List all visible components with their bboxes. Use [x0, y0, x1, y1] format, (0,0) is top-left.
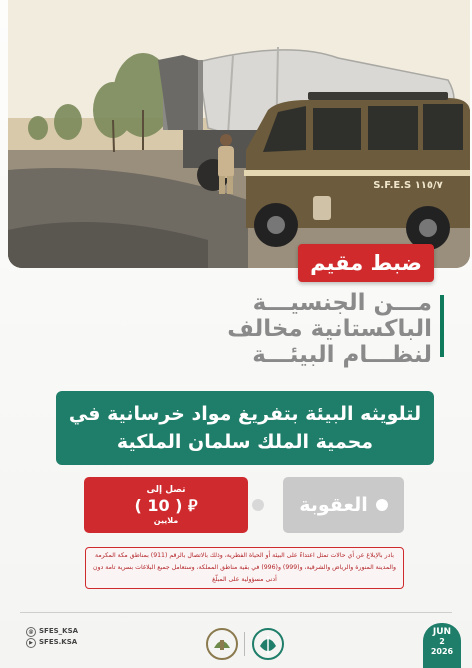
date-day: 2 [439, 637, 445, 646]
social-icon: ▶ [26, 637, 36, 648]
vehicle-plate: S.F.E.S ١١٥/٧ [373, 180, 443, 191]
penalty-label: العقوبة [283, 477, 404, 533]
social-handle-2: SFES.KSA [39, 638, 78, 646]
headline-line-3: لنظـــام البيئـــة [252, 342, 432, 368]
scene-photo: S.F.E.S ١١٥/٧ [8, 0, 470, 268]
headline-accent-bar [440, 295, 444, 357]
date-year: 2026 [430, 647, 454, 656]
penalty-up-to: تصل إلى [146, 484, 186, 495]
penalty-label-text: العقوبة [299, 494, 368, 516]
violation-line-2: محمية الملك سلمان الملكية [116, 431, 374, 453]
report-notice: بادر بالإبلاغ عن أي حالات تمثل اعتداءً ع… [85, 547, 404, 589]
post: S.F.E.S ١١٥/٧ ضبط مقيم مـــن الجنسيـــة … [0, 0, 472, 668]
social-row-2[interactable]: ▶ SFES.KSA [26, 637, 78, 648]
social-handles: @ SFES_KSA ▶ SFES.KSA [26, 626, 78, 648]
date-month: JUN [432, 627, 452, 637]
headline-line-1: مـــن الجنسيـــة [252, 290, 432, 316]
penalty-unit: ملايين [153, 515, 179, 525]
official-emblems [204, 626, 290, 666]
bullet-icon [375, 499, 388, 511]
headline-line-2: الباكستانية مخالف [227, 316, 432, 342]
violation-box: لتلويثه البيئة بتفريغ مواد خرسانية في مح… [56, 391, 434, 465]
social-handle-1: SFES_KSA [39, 627, 79, 635]
arrest-tag: ضبط مقيم [298, 244, 434, 282]
headline: مـــن الجنسيـــة الباكستانية مخالف لنظــ… [132, 290, 444, 368]
social-icon: @ [26, 626, 36, 637]
penalty-amount: ( 10 ) ⃁ [134, 495, 198, 515]
penalty-value: تصل إلى ( 10 ) ⃁ ملايين [84, 477, 248, 533]
scene-illustration: S.F.E.S ١١٥/٧ [8, 0, 470, 268]
ministry-logo-icon [252, 628, 284, 660]
connector-dot-icon [252, 499, 264, 511]
footer-divider [20, 612, 452, 613]
sfes-logo-icon [206, 628, 238, 660]
social-row-1[interactable]: @ SFES_KSA [26, 626, 78, 637]
date-badge: JUN 2 2026 [423, 623, 461, 668]
violation-line-1: لتلويثه البيئة بتفريغ مواد خرسانية في [68, 403, 422, 425]
